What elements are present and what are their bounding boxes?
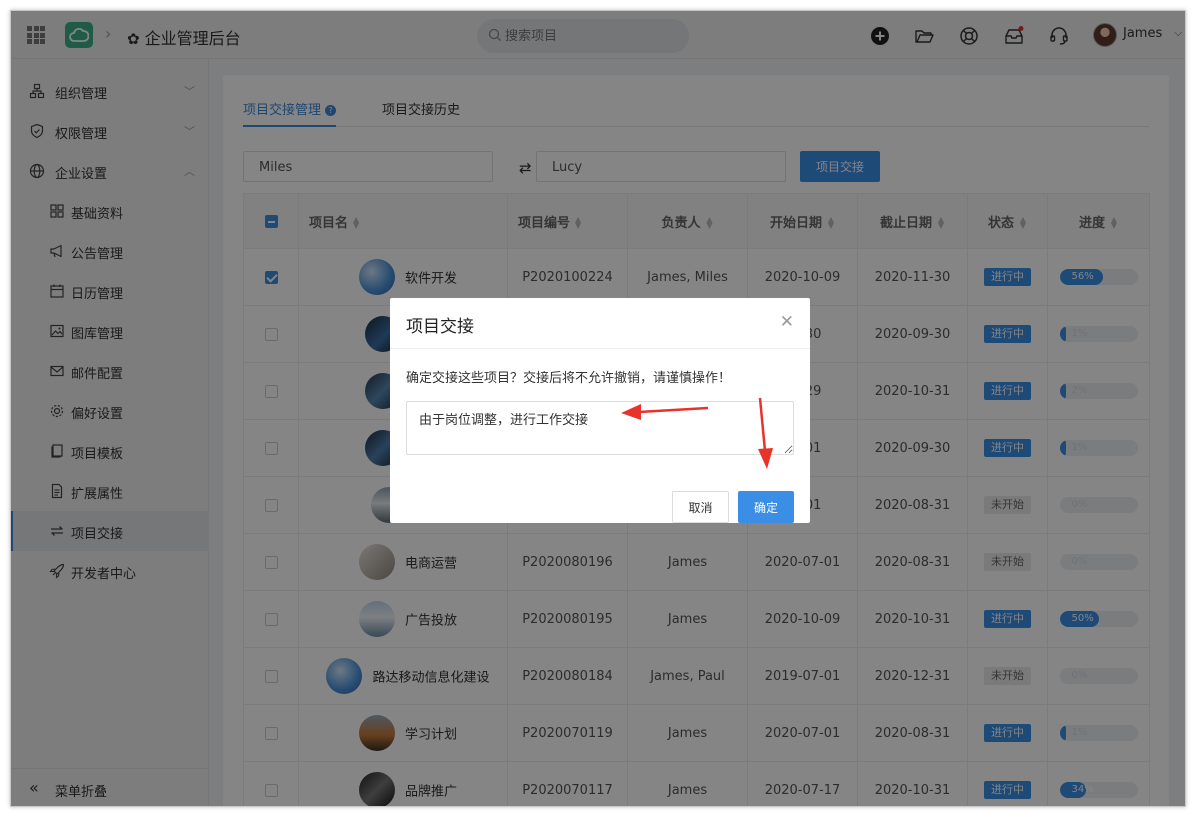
handover-confirm-dialog: 项目交接 ✕ 确定交接这些项目？交接后将不允许撤销，请谨慎操作！ 由于岗位调整，… <box>390 298 810 523</box>
close-icon[interactable]: ✕ <box>780 312 794 332</box>
remark-textarea[interactable]: 由于岗位调整，进行工作交接 <box>406 401 794 455</box>
cancel-button[interactable]: 取消 <box>672 491 729 523</box>
confirm-button[interactable]: 确定 <box>738 491 794 523</box>
divider <box>390 348 810 349</box>
app-window: › ✿企业管理后台 James ⌵ 组织管理 ﹀ 权限管理 ﹀ <box>10 10 1186 807</box>
dialog-title: 项目交接 <box>406 317 474 337</box>
dialog-message: 确定交接这些项目？交接后将不允许撤销，请谨慎操作！ <box>406 371 732 386</box>
